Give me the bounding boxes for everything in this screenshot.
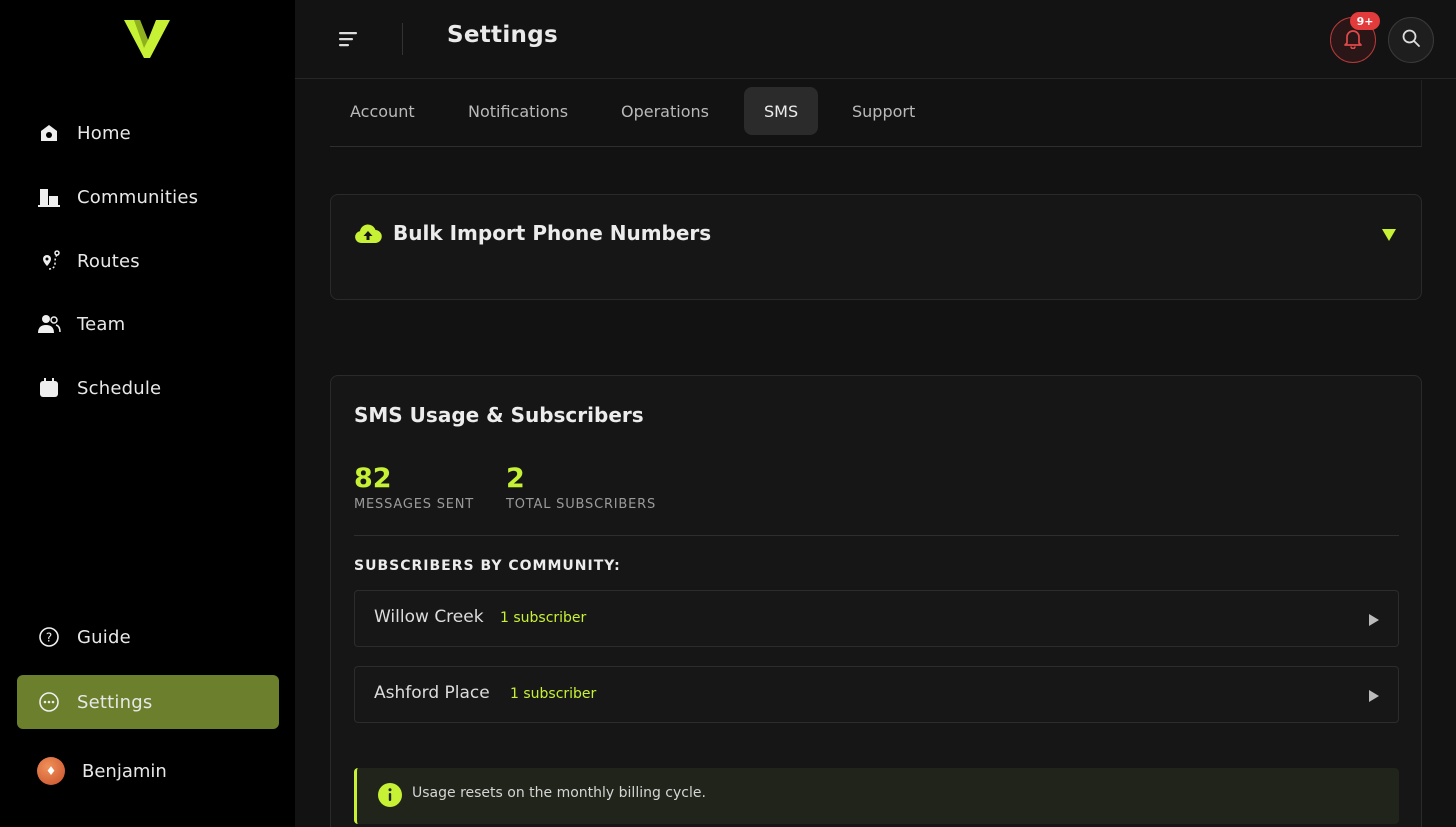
tab-notifications[interactable]: Notifications <box>448 87 588 135</box>
community-row[interactable]: Willow Creek 1 subscriber <box>354 590 1399 647</box>
settings-tabs: Account Notifications Operations SMS Sup… <box>330 80 1422 147</box>
tab-support[interactable]: Support <box>832 87 935 135</box>
sidebar-item-label: Settings <box>77 691 153 713</box>
notification-count-badge: 9+ <box>1350 12 1380 30</box>
tab-account[interactable]: Account <box>330 87 435 135</box>
info-icon <box>378 783 402 807</box>
sidebar-item-label: Team <box>77 313 126 335</box>
sidebar-item-team[interactable]: Team <box>17 297 279 351</box>
stat-caption: TOTAL SUBSCRIBERS <box>506 497 657 512</box>
sidebar-item-label: Schedule <box>77 377 162 399</box>
stat-value: 82 <box>354 463 392 494</box>
home-icon <box>37 121 61 145</box>
expand-arrow-icon[interactable] <box>1368 612 1380 626</box>
buildings-icon <box>37 185 61 209</box>
sms-usage-panel: SMS Usage & Subscribers 82 MESSAGES SENT… <box>330 375 1422 827</box>
sidebar-item-settings[interactable]: Settings <box>17 675 279 729</box>
tab-operations[interactable]: Operations <box>601 87 729 135</box>
avatar: ♦ <box>37 757 65 785</box>
usage-info-text: Usage resets on the monthly billing cycl… <box>412 785 706 801</box>
team-icon <box>37 312 61 336</box>
sidebar-item-label: Home <box>77 122 131 144</box>
subscribers-by-community-label: SUBSCRIBERS BY COMMUNITY: <box>354 558 621 574</box>
calendar-icon <box>37 376 61 400</box>
sidebar-item-routes[interactable]: Routes <box>17 234 279 288</box>
user-name: Benjamin <box>82 760 167 782</box>
top-bar: Settings 9+ <box>295 0 1456 79</box>
divider <box>354 535 1399 536</box>
sidebar-item-guide[interactable]: ? Guide <box>17 610 279 664</box>
stat-value: 2 <box>506 463 525 494</box>
brand-logo-icon[interactable] <box>124 18 172 60</box>
stat-caption: MESSAGES SENT <box>354 497 475 512</box>
community-name: Willow Creek <box>374 607 484 627</box>
community-row[interactable]: Ashford Place 1 subscriber <box>354 666 1399 723</box>
caret-down-icon[interactable] <box>1381 227 1397 241</box>
sidebar: Home Communities Routes Team Schedule ? … <box>0 0 295 827</box>
cloud-upload-icon <box>354 223 382 245</box>
bulk-import-panel[interactable]: Bulk Import Phone Numbers <box>330 194 1422 300</box>
svg-text:?: ? <box>46 631 52 645</box>
user-profile[interactable]: ♦ Benjamin <box>17 745 279 797</box>
menu-toggle-icon[interactable] <box>335 27 363 51</box>
search-button[interactable] <box>1388 17 1434 63</box>
sidebar-item-label: Routes <box>77 250 140 272</box>
usage-info-notice: Usage resets on the monthly billing cycl… <box>354 768 1399 824</box>
sidebar-item-home[interactable]: Home <box>17 106 279 160</box>
sidebar-item-label: Guide <box>77 626 131 648</box>
sms-usage-title: SMS Usage & Subscribers <box>354 403 644 427</box>
header-divider <box>402 23 403 55</box>
community-name: Ashford Place <box>374 683 490 703</box>
stat-total-subscribers: 2 TOTAL SUBSCRIBERS <box>506 463 656 512</box>
bulk-import-title: Bulk Import Phone Numbers <box>393 221 712 245</box>
help-circle-icon: ? <box>37 625 61 649</box>
settings-dots-icon <box>37 690 61 714</box>
sidebar-item-communities[interactable]: Communities <box>17 170 279 224</box>
bell-icon <box>1342 27 1364 53</box>
sidebar-item-schedule[interactable]: Schedule <box>17 361 279 415</box>
page-title: Settings <box>447 22 558 48</box>
app-root: Home Communities Routes Team Schedule ? … <box>0 0 1456 827</box>
search-icon <box>1401 28 1421 52</box>
community-subscriber-count: 1 subscriber <box>500 610 587 626</box>
stat-messages-sent: 82 MESSAGES SENT <box>354 463 474 512</box>
sidebar-item-label: Communities <box>77 186 199 208</box>
expand-arrow-icon[interactable] <box>1368 688 1380 702</box>
community-subscriber-count: 1 subscriber <box>510 686 597 702</box>
route-icon <box>37 249 61 273</box>
tab-sms[interactable]: SMS <box>744 87 819 135</box>
